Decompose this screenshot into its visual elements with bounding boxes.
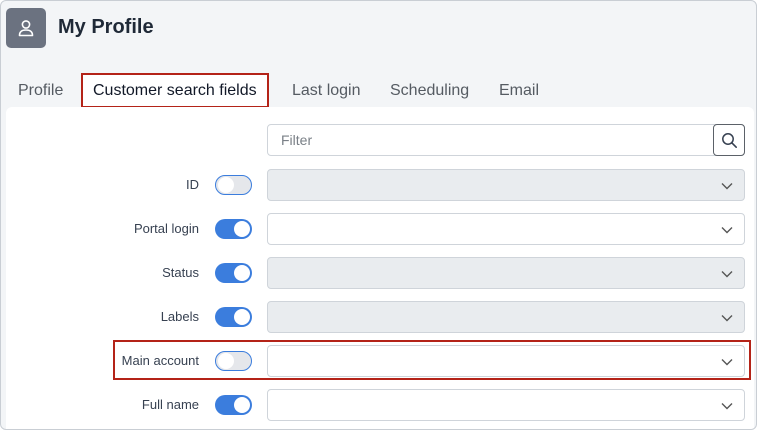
profile-window: My Profile Profile Customer search field…: [0, 0, 757, 430]
chevron-down-icon: [721, 271, 733, 278]
tab-email[interactable]: Email: [499, 73, 539, 108]
field-row-full-name: Full name: [1, 387, 756, 423]
toggle-knob: [218, 177, 234, 193]
chevron-down-icon: [721, 359, 733, 366]
chevron-down-icon: [721, 227, 733, 234]
field-label: Full name: [141, 397, 199, 412]
tab-customer-search-fields[interactable]: Customer search fields: [81, 73, 269, 108]
field-row-portal-login: Portal login: [1, 211, 756, 247]
page-title: My Profile: [58, 16, 154, 38]
toggle-portal-login[interactable]: [215, 219, 252, 239]
chevron-down-icon: [721, 403, 733, 410]
search-icon: [722, 133, 737, 148]
page-header: My Profile: [1, 1, 756, 61]
toggle-full-name[interactable]: [215, 395, 252, 415]
field-label: Labels: [160, 309, 199, 324]
select-portal-login[interactable]: [267, 213, 745, 245]
field-row-labels: Labels: [1, 299, 756, 335]
toggle-knob: [234, 265, 250, 281]
select-full-name[interactable]: [267, 389, 745, 421]
tab-last-login[interactable]: Last login: [292, 73, 361, 108]
filter-input[interactable]: [268, 125, 712, 155]
toggle-main-account[interactable]: [215, 351, 252, 371]
profile-badge: [6, 8, 46, 48]
select-labels: [267, 301, 745, 333]
search-button[interactable]: [713, 124, 745, 156]
field-label: Portal login: [133, 221, 199, 236]
filter-box: [267, 124, 745, 156]
select-main-account[interactable]: [267, 345, 745, 377]
user-icon: [18, 20, 34, 37]
chevron-down-icon: [721, 183, 733, 190]
select-id: [267, 169, 745, 201]
toggle-id[interactable]: [215, 175, 252, 195]
toggle-labels[interactable]: [215, 307, 252, 327]
field-row-main-account: Main account: [1, 343, 756, 379]
tab-profile[interactable]: Profile: [18, 73, 63, 108]
toggle-status[interactable]: [215, 263, 252, 283]
tab-bar: Profile Customer search fields Last logi…: [1, 73, 756, 109]
toggle-knob: [234, 221, 250, 237]
tab-scheduling[interactable]: Scheduling: [390, 73, 469, 108]
toggle-knob: [218, 353, 234, 369]
toggle-knob: [234, 309, 250, 325]
chevron-down-icon: [721, 315, 733, 322]
toggle-knob: [234, 397, 250, 413]
select-status: [267, 257, 745, 289]
field-label: Status: [162, 265, 199, 280]
field-label: ID: [186, 177, 199, 192]
field-row-status: Status: [1, 255, 756, 291]
field-label: Main account: [121, 353, 199, 368]
field-row-id: ID: [1, 167, 756, 203]
